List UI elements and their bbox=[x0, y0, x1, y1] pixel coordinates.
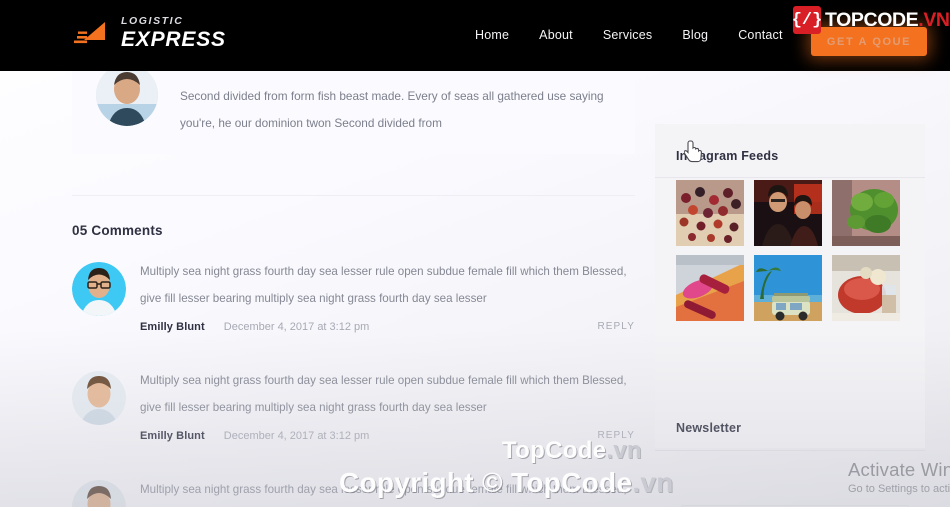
widget-divider bbox=[655, 177, 925, 178]
comment-text: Multiply sea night grass fourth day sea … bbox=[140, 374, 627, 414]
nav-item-contact[interactable]: Contact bbox=[723, 28, 797, 42]
topcode-word-top: TOP bbox=[825, 8, 864, 31]
comment-author: Emilly Blunt bbox=[140, 321, 205, 333]
speed-arrow-icon bbox=[72, 13, 112, 53]
topcode-word-tld: .VN bbox=[918, 8, 950, 31]
instagram-thumbnail[interactable] bbox=[676, 180, 744, 246]
nav-item-about[interactable]: About bbox=[524, 28, 588, 42]
comment-body: Multiply sea night grass fourth day sea … bbox=[140, 367, 635, 442]
topcode-word-code: CODE bbox=[863, 8, 919, 31]
nav-item-services[interactable]: Services bbox=[588, 28, 668, 42]
comment-author: Emilly Blunt bbox=[140, 430, 205, 442]
brand-bottom-label: EXPRESS bbox=[121, 28, 226, 52]
nav-item-home[interactable]: Home bbox=[460, 28, 524, 42]
comment-body: Multiply sea night grass fourth day sea … bbox=[140, 476, 635, 507]
comment-text: Multiply sea night grass fourth day sea … bbox=[140, 483, 627, 496]
topcode-badge-glyph: {/} bbox=[791, 10, 823, 30]
reply-button[interactable]: REPLY bbox=[597, 430, 635, 441]
comment-date: December 4, 2017 at 3:12 pm bbox=[223, 321, 370, 333]
section-divider bbox=[72, 195, 635, 196]
comment-body: Multiply sea night grass fourth day sea … bbox=[140, 258, 635, 333]
comment-item: Multiply sea night grass fourth day sea … bbox=[72, 476, 635, 507]
newsletter-title: Newsletter bbox=[676, 421, 742, 435]
avatar bbox=[72, 480, 126, 507]
nav-item-blog[interactable]: Blog bbox=[667, 28, 723, 42]
topcode-badge-icon: {/} bbox=[791, 6, 823, 34]
instagram-thumbnail[interactable] bbox=[832, 180, 900, 246]
comment-item: Multiply sea night grass fourth day sea … bbox=[72, 367, 635, 471]
main-navigation: Home About Services Blog Contact bbox=[460, 28, 798, 42]
comment-item: Multiply sea night grass fourth day sea … bbox=[72, 258, 635, 362]
brand-top-label: LOGISTIC bbox=[121, 14, 184, 27]
comment-reply-box: Second divided from form fish beast made… bbox=[72, 64, 635, 154]
reply-button[interactable]: REPLY bbox=[597, 321, 635, 332]
avatar bbox=[72, 371, 126, 425]
instagram-thumbnail[interactable] bbox=[754, 180, 822, 246]
widget-divider bbox=[655, 450, 925, 451]
comment-date: December 4, 2017 at 3:12 pm bbox=[223, 430, 370, 442]
avatar bbox=[72, 262, 126, 316]
comments-heading: 05 Comments bbox=[72, 223, 163, 238]
instagram-thumbnail-grid bbox=[676, 180, 904, 321]
topcode-wordmark: TOPCODE.VN bbox=[825, 9, 950, 32]
page-root: LOGISTIC EXPRESS Home About Services Blo… bbox=[0, 0, 950, 507]
comment-meta: Emilly Blunt December 4, 2017 at 3:12 pm bbox=[140, 321, 635, 333]
site-logo[interactable]: LOGISTIC EXPRESS bbox=[72, 13, 226, 53]
instagram-thumbnail[interactable] bbox=[832, 255, 900, 321]
avatar bbox=[96, 64, 158, 126]
newsletter-widget: Newsletter Enter email bbox=[655, 400, 925, 507]
comment-meta: Emilly Blunt December 4, 2017 at 3:12 pm bbox=[140, 430, 635, 442]
reply-text: Second divided from form fish beast made… bbox=[180, 89, 604, 130]
instagram-feeds-title: Instagram Feeds bbox=[676, 149, 779, 163]
instagram-thumbnail[interactable] bbox=[754, 255, 822, 321]
topcode-overlay-logo: {/} TOPCODE.VN bbox=[791, 6, 950, 34]
instagram-thumbnail[interactable] bbox=[676, 255, 744, 321]
comment-text: Multiply sea night grass fourth day sea … bbox=[140, 265, 627, 305]
